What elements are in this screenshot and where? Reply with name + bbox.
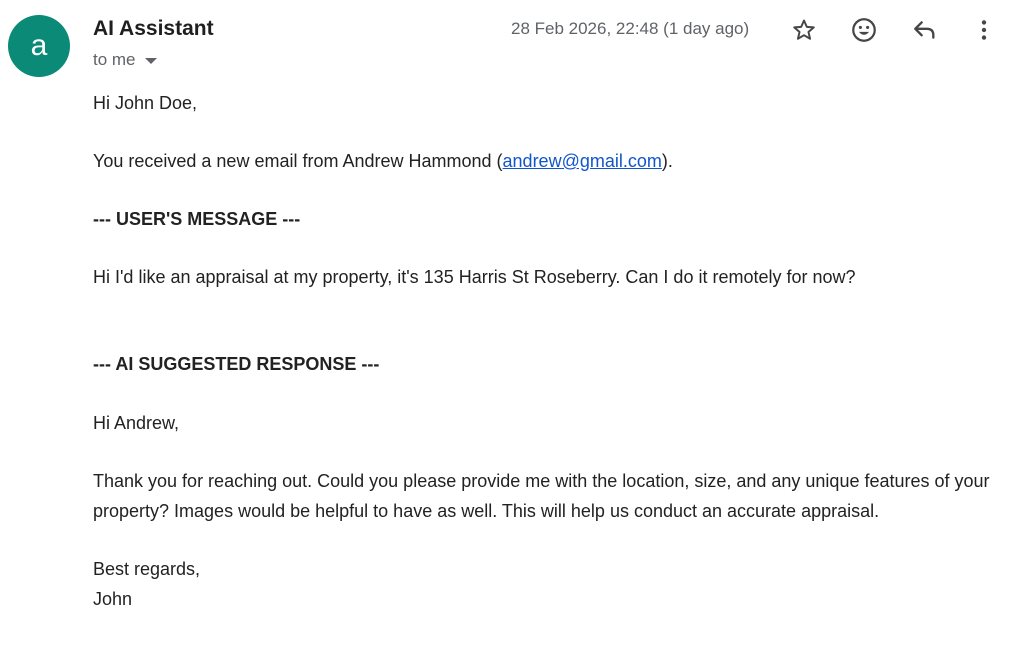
signature-line: John [93, 589, 133, 609]
notice-prefix: You received a new email from Andrew Ham… [93, 151, 503, 171]
more-options-button[interactable] [968, 14, 1000, 46]
ai-response-heading: --- AI SUGGESTED RESPONSE --- [93, 354, 380, 374]
user-message-text: Hi I'd like an appraisal at my property,… [93, 267, 856, 287]
greeting-line: Hi John Doe, [93, 93, 198, 113]
star-button[interactable] [788, 14, 820, 46]
chevron-down-icon [144, 58, 157, 64]
recipient-dropdown[interactable]: to me [93, 50, 157, 70]
recipient-label: to me [93, 50, 136, 69]
email-body: Hi John Doe, You received a new email fr… [93, 88, 1003, 614]
email-timestamp: 28 Feb 2026, 22:48 (1 day ago) [511, 19, 750, 38]
notice-suffix: ). [661, 151, 673, 171]
closing-line: Best regards, [93, 559, 201, 579]
avatar-letter: a [30, 29, 48, 62]
more-vert-icon [981, 20, 987, 40]
ai-response-greeting: Hi Andrew, [93, 413, 180, 433]
user-message-heading: --- USER'S MESSAGE --- [93, 209, 301, 229]
ai-response-text: Thank you for reaching out. Could you pl… [93, 471, 990, 521]
star-icon [793, 19, 815, 40]
sender-avatar[interactable]: a [8, 15, 70, 77]
reply-icon [914, 21, 935, 39]
notice-line: You received a new email from Andrew Ham… [93, 146, 1003, 176]
emoji-react-icon [852, 18, 876, 42]
emoji-react-button[interactable] [848, 14, 880, 46]
sender-name: AI Assistant [93, 17, 214, 40]
reply-button[interactable] [908, 14, 940, 46]
sender-email-link[interactable]: andrew@gmail.com [503, 151, 662, 171]
